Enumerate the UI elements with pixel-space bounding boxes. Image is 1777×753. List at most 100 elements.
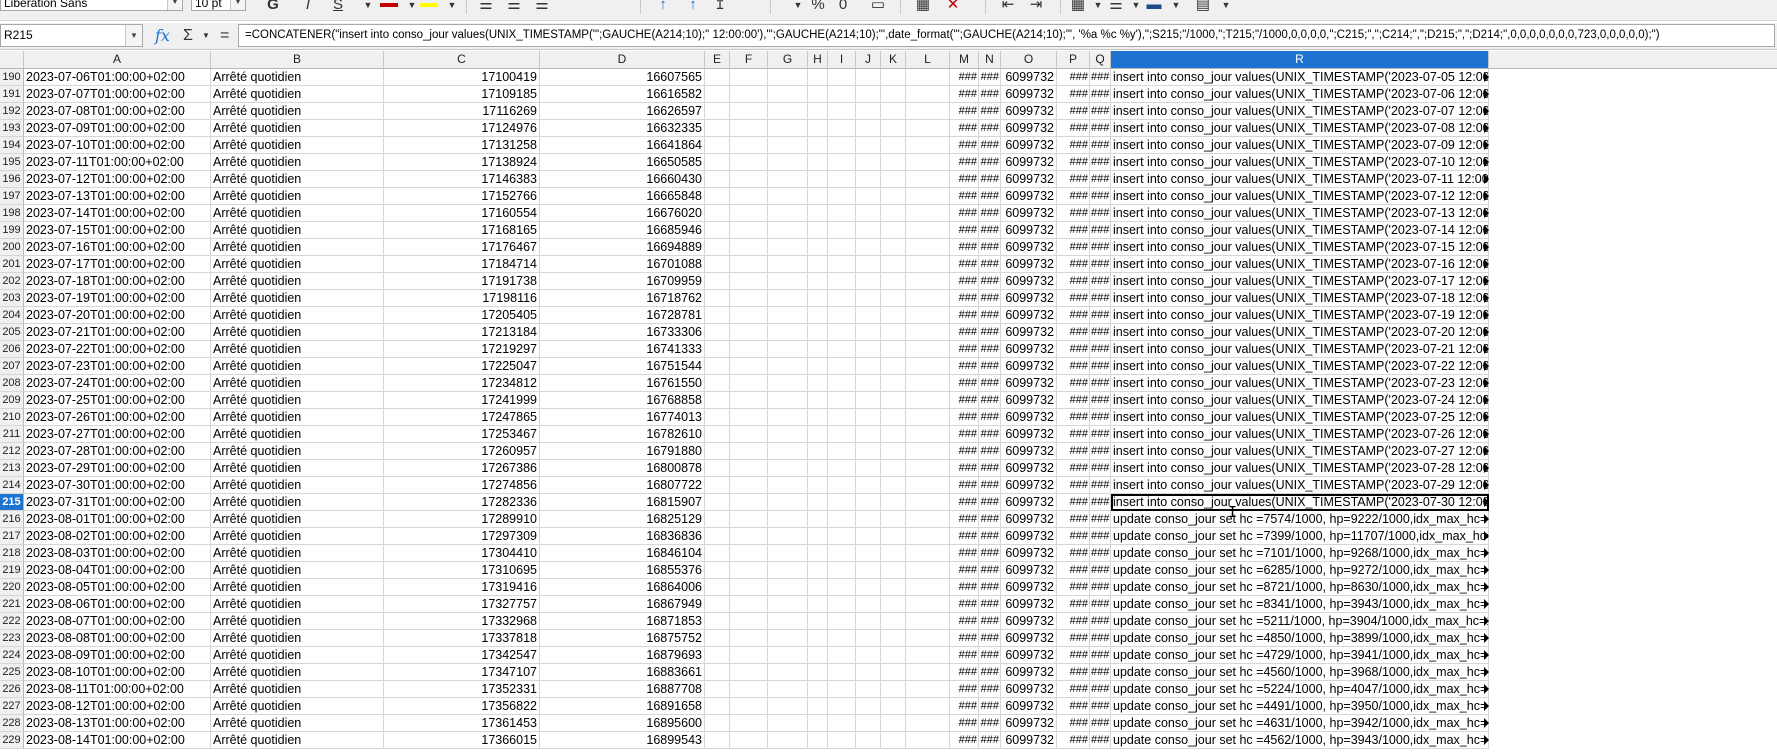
cell-o[interactable]: 6099732 [1001, 494, 1057, 511]
cell-m[interactable]: ### [950, 273, 979, 290]
column-header-q[interactable]: Q [1090, 51, 1111, 68]
cell-c[interactable]: 17319416 [384, 579, 540, 596]
row-header[interactable]: 223 [0, 630, 24, 647]
cell-k[interactable] [881, 630, 906, 647]
cell-e[interactable] [705, 681, 730, 698]
cell-n[interactable]: ### [979, 307, 1001, 324]
cell-i[interactable] [828, 630, 856, 647]
cell-e[interactable] [705, 409, 730, 426]
cell-f[interactable] [730, 290, 768, 307]
cell-b[interactable]: Arrêté quotidien [211, 137, 384, 154]
cell-o[interactable]: 6099732 [1001, 732, 1057, 749]
cell-m[interactable]: ### [950, 171, 979, 188]
row-header[interactable]: 216 [0, 511, 24, 528]
cell-n[interactable]: ### [979, 579, 1001, 596]
cell-g[interactable] [768, 358, 808, 375]
cell-q[interactable]: ### [1090, 171, 1111, 188]
cell-f[interactable] [730, 528, 768, 545]
cell-a[interactable]: 2023-07-31T01:00:00+02:00 [24, 494, 211, 511]
cell-d[interactable]: 16709959 [540, 273, 705, 290]
cell-k[interactable] [881, 239, 906, 256]
cell-p[interactable]: ### [1057, 103, 1090, 120]
cell-h[interactable] [808, 324, 828, 341]
cell-p[interactable]: ### [1057, 375, 1090, 392]
cell-r[interactable]: update conso_jour set hc =7101/1000, hp=… [1111, 545, 1489, 562]
pivot-icon[interactable]: ▦ [915, 0, 931, 14]
cell-c[interactable]: 17138924 [384, 154, 540, 171]
cell-o[interactable]: 6099732 [1001, 205, 1057, 222]
cell-i[interactable] [828, 426, 856, 443]
cell-f[interactable] [730, 511, 768, 528]
cell-i[interactable] [828, 715, 856, 732]
cell-l[interactable] [906, 647, 950, 664]
cell-j[interactable] [856, 562, 881, 579]
cell-m[interactable]: ### [950, 477, 979, 494]
cell-e[interactable] [705, 579, 730, 596]
cell-p[interactable]: ### [1057, 86, 1090, 103]
cell-q[interactable]: ### [1090, 137, 1111, 154]
cell-h[interactable] [808, 528, 828, 545]
cell-m[interactable]: ### [950, 664, 979, 681]
cell-d[interactable]: 16887708 [540, 681, 705, 698]
cell-c[interactable]: 17274856 [384, 477, 540, 494]
cell-k[interactable] [881, 188, 906, 205]
cell-q[interactable]: ### [1090, 613, 1111, 630]
cell-p[interactable]: ### [1057, 256, 1090, 273]
decimal-icon[interactable]: 0 [835, 0, 851, 14]
cell-f[interactable] [730, 409, 768, 426]
cell-i[interactable] [828, 443, 856, 460]
cell-g[interactable] [768, 596, 808, 613]
cell-b[interactable]: Arrêté quotidien [211, 528, 384, 545]
cell-p[interactable]: ### [1057, 477, 1090, 494]
cell-i[interactable] [828, 205, 856, 222]
cell-q[interactable]: ### [1090, 69, 1111, 86]
cell-j[interactable] [856, 579, 881, 596]
cell-b[interactable]: Arrêté quotidien [211, 341, 384, 358]
cell-p[interactable]: ### [1057, 511, 1090, 528]
cell-i[interactable] [828, 86, 856, 103]
cell-r[interactable]: insert into conso_jour values(UNIX_TIMES… [1111, 426, 1489, 443]
cell-r[interactable]: insert into conso_jour values(UNIX_TIMES… [1111, 188, 1489, 205]
cell-k[interactable] [881, 460, 906, 477]
cell-c[interactable]: 17131258 [384, 137, 540, 154]
cell-p[interactable]: ### [1057, 409, 1090, 426]
cell-r[interactable]: insert into conso_jour values(UNIX_TIMES… [1111, 137, 1489, 154]
cell-i[interactable] [828, 494, 856, 511]
cell-b[interactable]: Arrêté quotidien [211, 698, 384, 715]
chevron-down-icon[interactable]: ▼ [444, 0, 460, 14]
cell-r[interactable]: insert into conso_jour values(UNIX_TIMES… [1111, 392, 1489, 409]
cell-p[interactable]: ### [1057, 494, 1090, 511]
cell-i[interactable] [828, 188, 856, 205]
cell-b[interactable]: Arrêté quotidien [211, 375, 384, 392]
cell-h[interactable] [808, 256, 828, 273]
cell-k[interactable] [881, 171, 906, 188]
cell-f[interactable] [730, 460, 768, 477]
sum-icon[interactable]: Σ [183, 26, 193, 46]
border-icon[interactable]: ▦ [1070, 0, 1086, 14]
cell-q[interactable]: ### [1090, 596, 1111, 613]
cell-e[interactable] [705, 171, 730, 188]
cell-d[interactable]: 16891658 [540, 698, 705, 715]
cell-h[interactable] [808, 205, 828, 222]
cell-n[interactable]: ### [979, 205, 1001, 222]
cell-p[interactable]: ### [1057, 613, 1090, 630]
cell-d[interactable]: 16733306 [540, 324, 705, 341]
cell-g[interactable] [768, 256, 808, 273]
cell-d[interactable]: 16875752 [540, 630, 705, 647]
cell-n[interactable]: ### [979, 69, 1001, 86]
cell-r[interactable]: insert into conso_jour values(UNIX_TIMES… [1111, 494, 1489, 511]
cell-a[interactable]: 2023-07-29T01:00:00+02:00 [24, 460, 211, 477]
cell-i[interactable] [828, 256, 856, 273]
cell-r[interactable]: insert into conso_jour values(UNIX_TIMES… [1111, 460, 1489, 477]
row-header[interactable]: 201 [0, 256, 24, 273]
cell-p[interactable]: ### [1057, 579, 1090, 596]
cell-n[interactable]: ### [979, 290, 1001, 307]
cell-d[interactable]: 16728781 [540, 307, 705, 324]
cell-f[interactable] [730, 477, 768, 494]
cell-h[interactable] [808, 188, 828, 205]
cell-g[interactable] [768, 409, 808, 426]
cell-e[interactable] [705, 698, 730, 715]
cell-n[interactable]: ### [979, 222, 1001, 239]
cell-c[interactable]: 17168165 [384, 222, 540, 239]
cell-g[interactable] [768, 613, 808, 630]
